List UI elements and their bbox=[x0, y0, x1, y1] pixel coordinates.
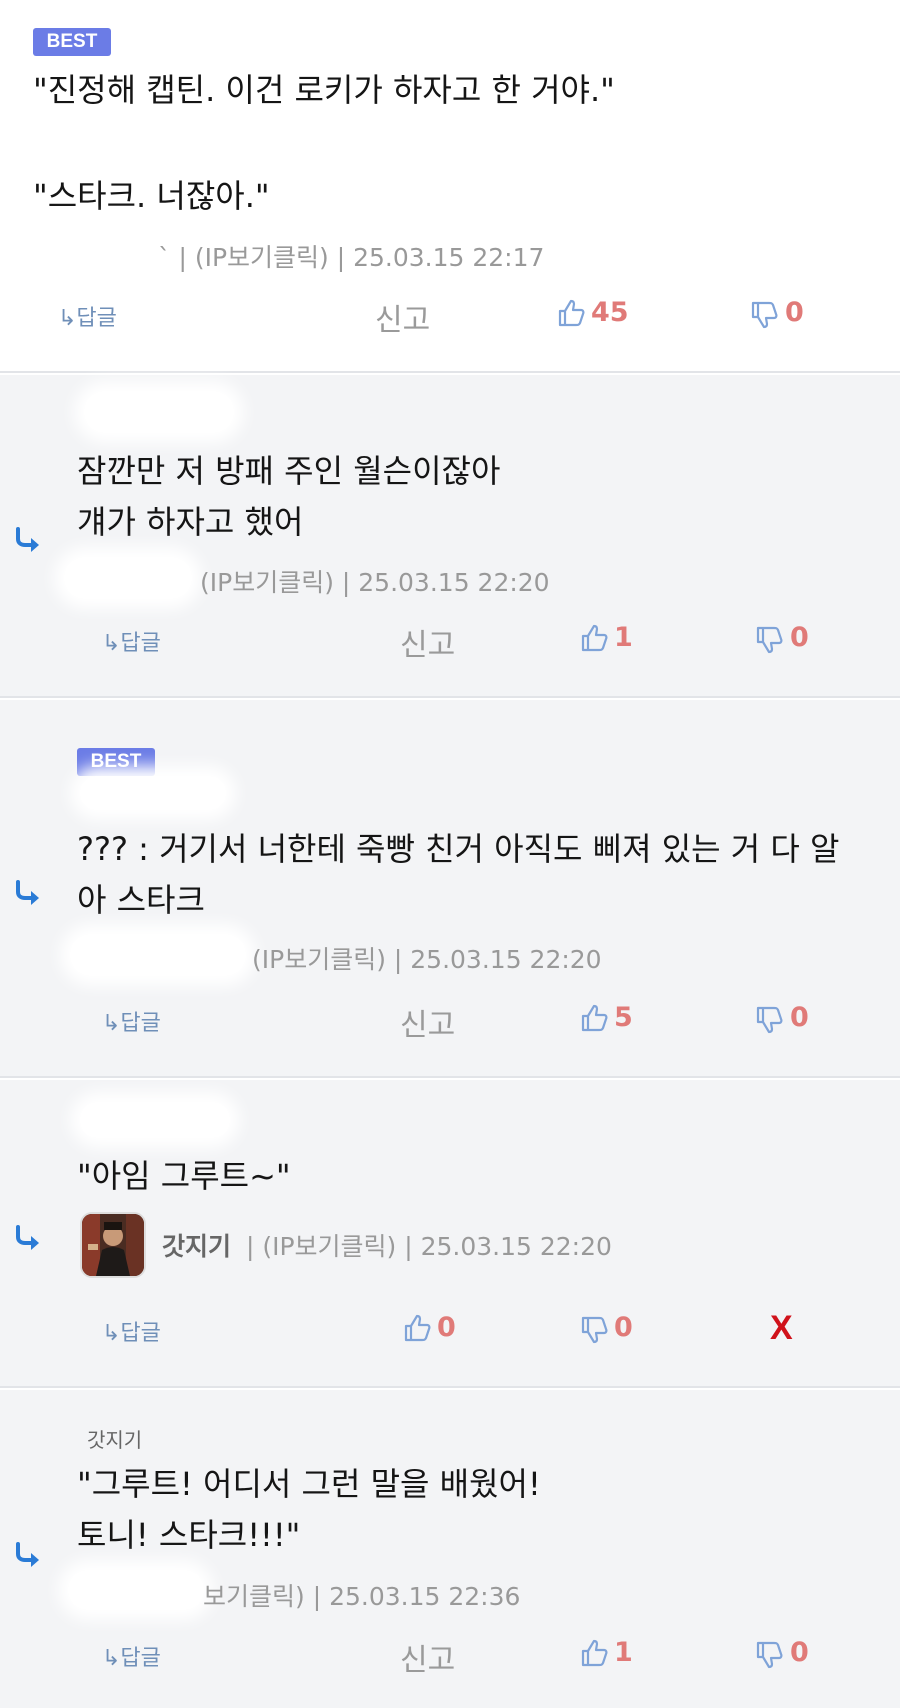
dislike-button[interactable] bbox=[755, 1640, 783, 1674]
comment-text-line: ??? : 거기서 너한테 죽빵 친거 아직도 삐져 있는 거 다 알 bbox=[77, 830, 840, 868]
best-badge: BEST bbox=[77, 748, 155, 776]
best-badge: BEST bbox=[33, 28, 111, 56]
reply-comment-item: BEST ??? : 거기서 너한테 죽빵 친거 아직도 삐져 있는 거 다 알… bbox=[0, 700, 900, 1078]
comment-text-line: 잠깐만 저 방패 주인 월슨이잖아 bbox=[77, 452, 501, 490]
thumbs-up-icon bbox=[558, 299, 585, 327]
dislike-button[interactable] bbox=[750, 300, 778, 334]
like-count: 1 bbox=[614, 1637, 633, 1668]
dislike-count: 0 bbox=[790, 1002, 809, 1033]
reply-button[interactable]: ↳답글 bbox=[102, 625, 161, 657]
like-button[interactable] bbox=[580, 623, 608, 657]
thumbs-down-icon bbox=[581, 1316, 608, 1344]
reply-button[interactable]: ↳답글 bbox=[102, 1640, 161, 1672]
dislike-button[interactable] bbox=[755, 625, 783, 659]
thumbs-up-icon bbox=[581, 1004, 608, 1032]
reply-arrow-icon bbox=[16, 880, 39, 905]
comment-meta[interactable]: 보기클릭) | 25.03.15 22:36 bbox=[203, 1577, 520, 1613]
comment-text-line: "스타크. 너잖아." bbox=[33, 177, 270, 215]
report-button[interactable]: 신고 bbox=[400, 1635, 455, 1679]
comment-text-line: 아 스타크 bbox=[77, 881, 205, 919]
comment-meta[interactable]: (IP보기클릭) | 25.03.15 22:20 bbox=[252, 940, 602, 976]
report-button[interactable]: 신고 bbox=[400, 1000, 455, 1044]
thumbs-up-icon bbox=[581, 1639, 608, 1667]
reply-arrow-icon bbox=[16, 1225, 39, 1250]
comment-nickname[interactable]: 갓지기 bbox=[162, 1227, 231, 1263]
like-button[interactable] bbox=[403, 1313, 431, 1347]
avatar[interactable] bbox=[80, 1212, 146, 1278]
delete-button[interactable]: X bbox=[770, 1309, 793, 1348]
dislike-count: 0 bbox=[790, 1637, 809, 1668]
report-button[interactable]: 신고 bbox=[400, 620, 455, 664]
mention-nickname[interactable]: 갓지기 bbox=[87, 1424, 142, 1453]
dislike-button[interactable] bbox=[580, 1315, 608, 1349]
redacted-nickname bbox=[38, 230, 166, 274]
like-button[interactable] bbox=[557, 298, 585, 332]
dislike-count: 0 bbox=[785, 297, 804, 328]
thumbs-up-icon bbox=[404, 1314, 431, 1342]
redacted-nickname bbox=[84, 391, 234, 433]
redacted-nickname bbox=[70, 934, 246, 976]
like-count: 45 bbox=[591, 297, 629, 328]
thumbs-up-icon bbox=[581, 624, 608, 652]
comment-meta[interactable]: (IP보기클릭) | 25.03.15 22:20 bbox=[200, 563, 550, 599]
reply-comment-item: 잠깐만 저 방패 주인 월슨이잖아 걔가 하자고 했어 (IP보기클릭) | 2… bbox=[0, 375, 900, 698]
like-count: 0 bbox=[437, 1312, 456, 1343]
redacted-nickname bbox=[68, 1570, 204, 1610]
comment-text-line: "그루트! 어디서 그런 말을 배웠어! bbox=[77, 1465, 541, 1503]
like-button[interactable] bbox=[580, 1003, 608, 1037]
reply-arrow-icon bbox=[16, 527, 39, 552]
report-button[interactable]: 신고 bbox=[375, 295, 430, 339]
thumbs-down-icon bbox=[756, 1641, 783, 1669]
reply-arrow-icon bbox=[16, 1542, 39, 1567]
redacted-nickname bbox=[80, 1102, 230, 1138]
comment-meta[interactable]: ` | (IP보기클릭) | 25.03.15 22:17 bbox=[158, 238, 544, 274]
reply-comment-item: 갓지기 "그루트! 어디서 그런 말을 배웠어! 토니! 스타크!!!" 보기클… bbox=[0, 1390, 900, 1708]
comment-text-line: 걔가 하자고 했어 bbox=[77, 503, 304, 541]
dislike-count: 0 bbox=[614, 1312, 633, 1343]
reply-button[interactable]: ↳답글 bbox=[102, 1315, 161, 1347]
comment-item: BEST "진정해 캡틴. 이건 로키가 하자고 한 거야." "스타크. 너잖… bbox=[0, 0, 900, 373]
comment-text-line: "진정해 캡틴. 이건 로키가 하자고 한 거야." bbox=[33, 71, 615, 109]
dislike-count: 0 bbox=[790, 622, 809, 653]
redacted-nickname bbox=[64, 557, 192, 599]
redacted-nickname bbox=[80, 776, 226, 810]
thumbs-down-icon bbox=[751, 301, 778, 329]
like-count: 5 bbox=[614, 1002, 633, 1033]
avatar-image bbox=[82, 1214, 144, 1276]
reply-button[interactable]: ↳답글 bbox=[58, 300, 117, 332]
reply-button[interactable]: ↳답글 bbox=[102, 1005, 161, 1037]
comment-text-line: 토니! 스타크!!!" bbox=[77, 1516, 301, 1554]
reply-comment-item: "아임 그루트~" 갓지기 | (IP보기클릭) | 25.03.15 22:2… bbox=[0, 1080, 900, 1388]
thumbs-down-icon bbox=[756, 626, 783, 654]
comment-text-line: "아임 그루트~" bbox=[77, 1157, 291, 1195]
like-button[interactable] bbox=[580, 1638, 608, 1672]
dislike-button[interactable] bbox=[755, 1005, 783, 1039]
comment-meta[interactable]: | (IP보기클릭) | 25.03.15 22:20 bbox=[238, 1227, 612, 1263]
thumbs-down-icon bbox=[756, 1006, 783, 1034]
like-count: 1 bbox=[614, 622, 633, 653]
